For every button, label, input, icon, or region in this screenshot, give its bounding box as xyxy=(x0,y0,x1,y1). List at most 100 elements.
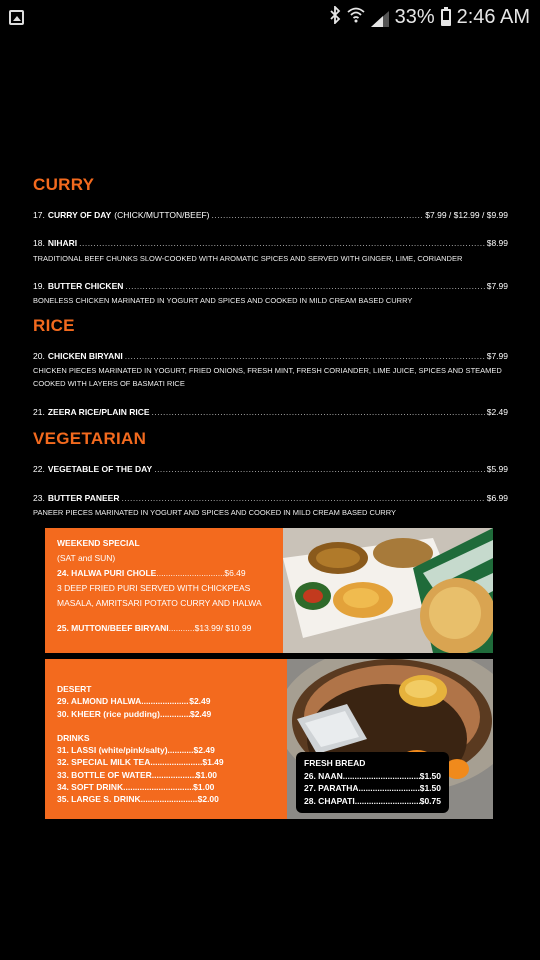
item-price: $5.99 xyxy=(486,464,508,474)
menu-item-20: 20. CHICKEN BIRYANI $7.99 xyxy=(33,351,508,361)
dot-leader xyxy=(150,756,202,768)
weekend-special-text: WEEKEND SPECIAL (SAT and SUN) 24. HALWA … xyxy=(57,538,287,633)
menu-item-21: 21. ZEERA RICE/PLAIN RICE $2.49 xyxy=(33,407,508,417)
section-title-vegetarian: VEGETARIAN xyxy=(33,429,147,448)
item-name: NIHARI xyxy=(47,238,78,248)
bread-title: FRESH BREAD xyxy=(304,758,366,768)
item-price: $7.99 xyxy=(486,351,508,361)
menu-item-28: 28. CHAPATI $0.75 xyxy=(304,795,441,808)
item-price: $2.49 xyxy=(193,745,215,756)
item-price: $2.49 xyxy=(189,696,211,707)
item-price: $1.50 xyxy=(419,783,441,793)
menu-item-23: 23. BUTTER PANEER $6.99 xyxy=(33,493,508,503)
item-number: 22. xyxy=(33,464,45,474)
menu-item-24: 24. HALWA PURI CHOLE $6.49 xyxy=(57,568,287,578)
item-description: 3 DEEP FRIED PURI SERVED WITH CHICKPEAS xyxy=(57,583,251,593)
section-title-curry: CURRY xyxy=(33,175,95,194)
item-name: VEGETABLE OF THE DAY xyxy=(47,464,153,474)
desert-title: DESERT xyxy=(57,684,92,694)
dot-leader xyxy=(152,769,196,781)
status-icons: 33% 2:46 AM xyxy=(329,4,530,29)
item-description: PANEER PIECES MARINATED IN YOGURT AND SP… xyxy=(33,508,396,517)
dot-leader xyxy=(121,493,484,503)
item-price: $7.99 / $12.99 / $9.99 xyxy=(425,210,508,220)
item-number: 20. xyxy=(33,351,45,361)
clock: 2:46 AM xyxy=(456,6,530,28)
item-price: $2.00 xyxy=(197,794,219,805)
dot-leader xyxy=(168,744,194,756)
dot-leader xyxy=(79,238,485,248)
fresh-bread-box: FRESH BREAD 26. NAAN $1.50 27. PARATHA $… xyxy=(296,752,449,813)
halwa-puri-photo xyxy=(283,528,493,653)
item-name: 32. SPECIAL MILK TEA xyxy=(57,757,151,768)
status-bar: 33% 2:46 AM xyxy=(0,0,540,36)
dot-leader xyxy=(141,793,198,805)
item-name: 35. LARGE S. DRINK xyxy=(57,794,141,805)
menu-item-30: 30. KHEER (rice pudding) $2.49 xyxy=(57,708,287,720)
item-number: 23. xyxy=(33,493,45,503)
signal-icon xyxy=(370,10,389,27)
item-price: $8.99 xyxy=(486,238,508,248)
item-description: CHICKEN PIECES MARINATED IN YOGURT, FRIE… xyxy=(33,366,502,388)
item-name: CHICKEN BIRYANI xyxy=(47,351,123,361)
item-note: (CHICK/MUTTON/BEEF) xyxy=(114,210,210,220)
weekend-special-box: WEEKEND SPECIAL (SAT and SUN) 24. HALWA … xyxy=(45,528,493,653)
menu-item-33: 33. BOTTLE OF WATER $1.00 xyxy=(57,769,287,781)
dot-leader xyxy=(160,708,190,720)
bluetooth-icon xyxy=(329,4,341,29)
wifi-icon xyxy=(346,7,365,28)
dot-leader xyxy=(125,281,484,291)
item-price: $1.49 xyxy=(202,757,224,768)
item-number: 19. xyxy=(33,281,45,291)
item-number: 21. xyxy=(33,407,45,417)
item-name: 29. ALMOND HALWA xyxy=(57,696,142,707)
gallery-icon[interactable] xyxy=(9,10,24,25)
item-price: $1.00 xyxy=(193,782,215,793)
item-name: CURRY OF DAY xyxy=(47,210,112,220)
item-name: ZEERA RICE/PLAIN RICE xyxy=(47,407,150,417)
item-description: MASALA, AMRITSARI POTATO CURRY AND HALWA xyxy=(57,598,262,608)
item-price: $7.99 xyxy=(486,281,508,291)
battery-percent: 33% xyxy=(394,6,435,28)
item-name: 28. CHAPATI xyxy=(304,795,355,806)
dot-leader xyxy=(154,464,485,474)
drinks-title: DRINKS xyxy=(57,732,90,743)
dot-leader xyxy=(156,568,224,578)
menu-item-31: 31. LASSI (white/pink/salty) $2.49 xyxy=(57,744,287,756)
desert-drinks-box: DESERT 29. ALMOND HALWA $2.49 30. KHEER … xyxy=(45,659,493,819)
menu-item-25: 25. MUTTON/BEEF BIRYANI $13.99/ $10.99 xyxy=(57,623,287,633)
dot-leader xyxy=(355,795,420,808)
menu-item-29: 29. ALMOND HALWA $2.49 xyxy=(57,695,287,707)
item-name: 33. BOTTLE OF WATER xyxy=(57,769,152,780)
dot-leader xyxy=(152,407,485,417)
dot-leader xyxy=(123,781,193,793)
menu-item-22: 22. VEGETABLE OF THE DAY $5.99 xyxy=(33,464,508,474)
menu-item-19: 19. BUTTER CHICKEN $7.99 xyxy=(33,281,508,291)
dot-leader xyxy=(169,623,195,633)
menu-item-17: 17. CURRY OF DAY (CHICK/MUTTON/BEEF) $7.… xyxy=(33,210,508,220)
section-title-rice: RICE xyxy=(33,316,75,335)
item-price: $6.99 xyxy=(486,493,508,503)
item-name: 31. LASSI (white/pink/salty) xyxy=(57,745,168,756)
menu-item-32: 32. SPECIAL MILK TEA $1.49 xyxy=(57,756,287,768)
item-name: 30. KHEER (rice pudding) xyxy=(57,708,160,719)
dot-leader xyxy=(212,210,424,220)
battery-icon xyxy=(440,7,451,26)
item-number: 17. xyxy=(33,210,45,220)
item-price: $1.00 xyxy=(195,769,218,780)
dot-leader xyxy=(343,770,420,783)
weekend-subtitle: (SAT and SUN) xyxy=(57,553,116,563)
item-description: TRADITIONAL BEEF CHUNKS SLOW-COOKED WITH… xyxy=(33,254,463,263)
item-price: $2.49 xyxy=(486,407,508,417)
item-description: BONELESS CHICKEN MARINATED IN YOGURT AND… xyxy=(33,296,413,305)
dot-leader xyxy=(125,351,485,361)
item-price: $6.49 xyxy=(224,568,246,578)
desert-drinks-text: DESERT 29. ALMOND HALWA $2.49 30. KHEER … xyxy=(57,683,287,806)
item-name: BUTTER PANEER xyxy=(47,493,120,503)
item-price: $1.50 xyxy=(419,770,441,781)
item-number: 18. xyxy=(33,238,45,248)
item-price: $2.49 xyxy=(189,708,212,719)
menu-item-35: 35. LARGE S. DRINK $2.00 xyxy=(57,793,287,805)
item-price: $13.99/ $10.99 xyxy=(194,623,252,633)
weekend-title: WEEKEND SPECIAL xyxy=(57,538,140,548)
